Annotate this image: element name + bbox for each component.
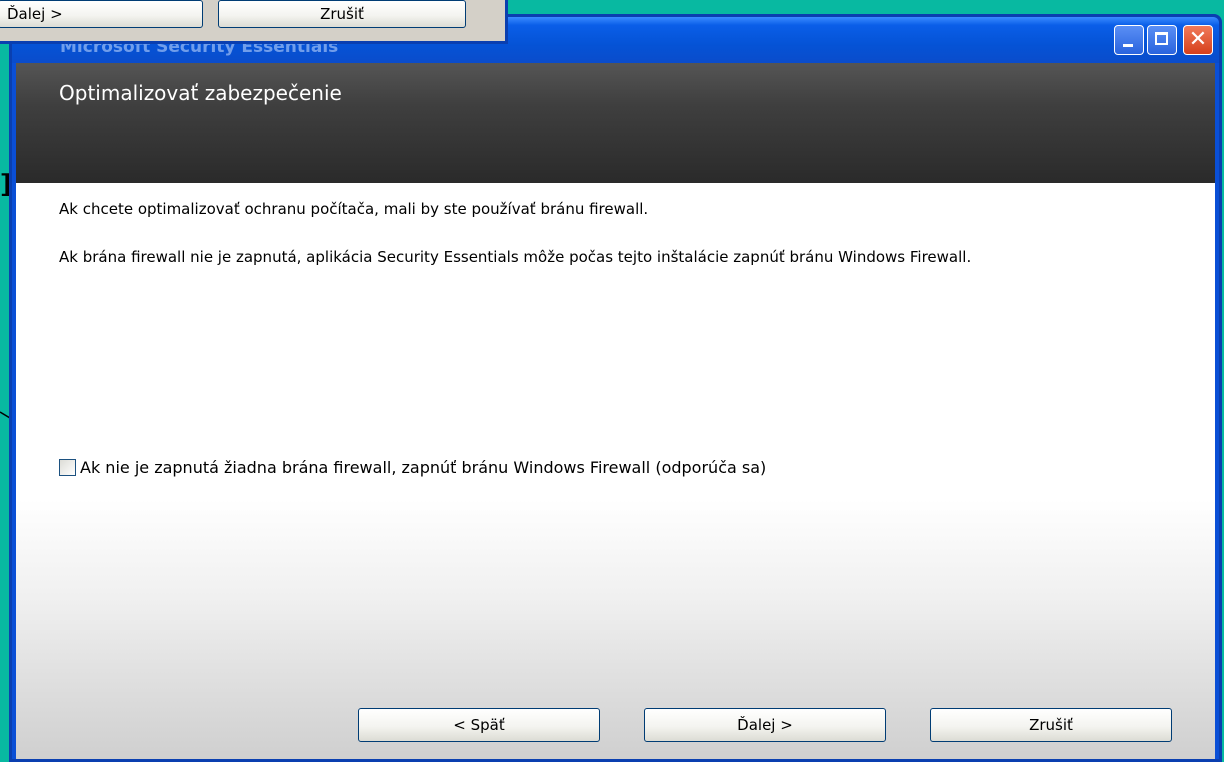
close-icon[interactable]: ✕ xyxy=(1183,25,1213,55)
page-title: Optimalizovať zabezpečenie xyxy=(59,81,342,105)
overlay-next-button[interactable]: Ďalej > xyxy=(0,0,203,28)
back-button[interactable]: < Späť xyxy=(358,708,600,742)
overlay-window-fragment: Ďalej > Zrušiť xyxy=(0,0,508,44)
firewall-checkbox[interactable] xyxy=(59,459,76,476)
firewall-paragraph: Ak brána firewall nie je zapnutá, apliká… xyxy=(59,248,972,266)
header-banner: Optimalizovať zabezpečenie xyxy=(16,63,1215,183)
firewall-checkbox-label[interactable]: Ak nie je zapnutá žiadna brána firewall,… xyxy=(80,458,766,477)
cancel-button[interactable]: Zrušiť xyxy=(930,708,1172,742)
firewall-checkbox-row[interactable]: Ak nie je zapnutá žiadna brána firewall,… xyxy=(59,458,766,477)
content-area: Ak chcete optimalizovať ochranu počítača… xyxy=(16,183,1215,759)
maximize-icon[interactable] xyxy=(1147,25,1177,55)
intro-paragraph: Ak chcete optimalizovať ochranu počítača… xyxy=(59,200,649,218)
minimize-icon[interactable] xyxy=(1114,25,1144,55)
installer-window: Microsoft Security Essentials ✕ Optimali… xyxy=(9,14,1222,762)
next-button[interactable]: Ďalej > xyxy=(644,708,886,742)
overlay-cancel-button[interactable]: Zrušiť xyxy=(218,0,466,28)
